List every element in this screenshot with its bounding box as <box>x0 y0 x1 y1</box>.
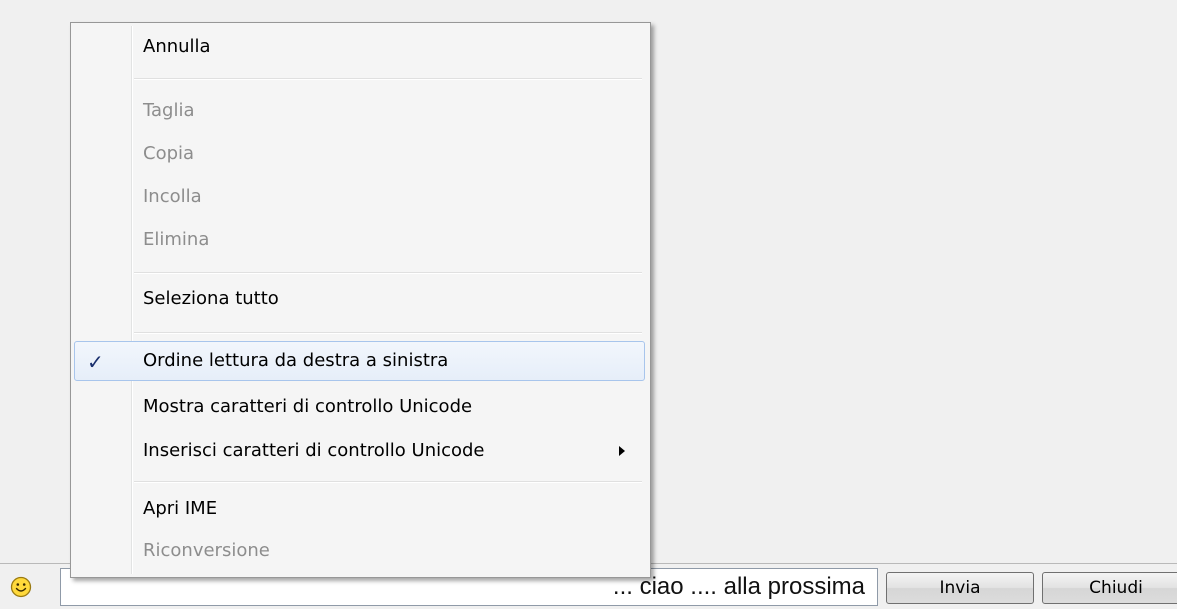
menu-item-apri-ime[interactable]: Apri IME <box>74 489 645 529</box>
menu-separator <box>134 78 642 80</box>
menu-item-label: Mostra caratteri di controllo Unicode <box>143 396 473 417</box>
menu-item-copia[interactable]: Copia <box>74 134 645 174</box>
menu-item-label: Riconversione <box>143 540 270 561</box>
menu-item-elimina[interactable]: Elimina <box>74 220 645 260</box>
context-menu: Annulla Taglia Copia Incolla Elimina Sel… <box>70 22 651 578</box>
menu-item-annulla[interactable]: Annulla <box>74 27 645 67</box>
menu-item-label: Seleziona tutto <box>143 288 279 309</box>
menu-item-label: Ordine lettura da destra a sinistra <box>143 350 449 371</box>
menu-separator <box>134 272 642 274</box>
desktop-window: ... ciao .... alla prossima Invia Chiudi… <box>0 0 1177 609</box>
menu-item-taglia[interactable]: Taglia <box>74 91 645 131</box>
smiley-icon[interactable] <box>10 576 32 598</box>
menu-item-ordine-lettura[interactable]: ✓ Ordine lettura da destra a sinistra <box>74 341 645 381</box>
menu-item-seleziona-tutto[interactable]: Seleziona tutto <box>74 279 645 319</box>
menu-item-label: Apri IME <box>143 498 218 519</box>
menu-item-label: Taglia <box>143 100 195 121</box>
submenu-arrow-icon <box>619 446 625 456</box>
close-button[interactable]: Chiudi <box>1042 572 1177 604</box>
menu-item-incolla[interactable]: Incolla <box>74 177 645 217</box>
menu-item-label: Annulla <box>143 36 211 57</box>
menu-item-riconversione[interactable]: Riconversione <box>74 531 645 571</box>
menu-item-inserisci-caratteri[interactable]: Inserisci caratteri di controllo Unicode <box>74 431 645 471</box>
menu-item-mostra-caratteri[interactable]: Mostra caratteri di controllo Unicode <box>74 387 645 427</box>
menu-item-label: Inserisci caratteri di controllo Unicode <box>143 440 485 461</box>
menu-item-label: Elimina <box>143 229 210 250</box>
menu-separator <box>134 332 642 334</box>
send-button[interactable]: Invia <box>886 572 1034 604</box>
checkmark-icon: ✓ <box>87 350 104 374</box>
menu-item-label: Incolla <box>143 186 202 207</box>
menu-item-label: Copia <box>143 143 195 164</box>
menu-separator <box>134 481 642 483</box>
